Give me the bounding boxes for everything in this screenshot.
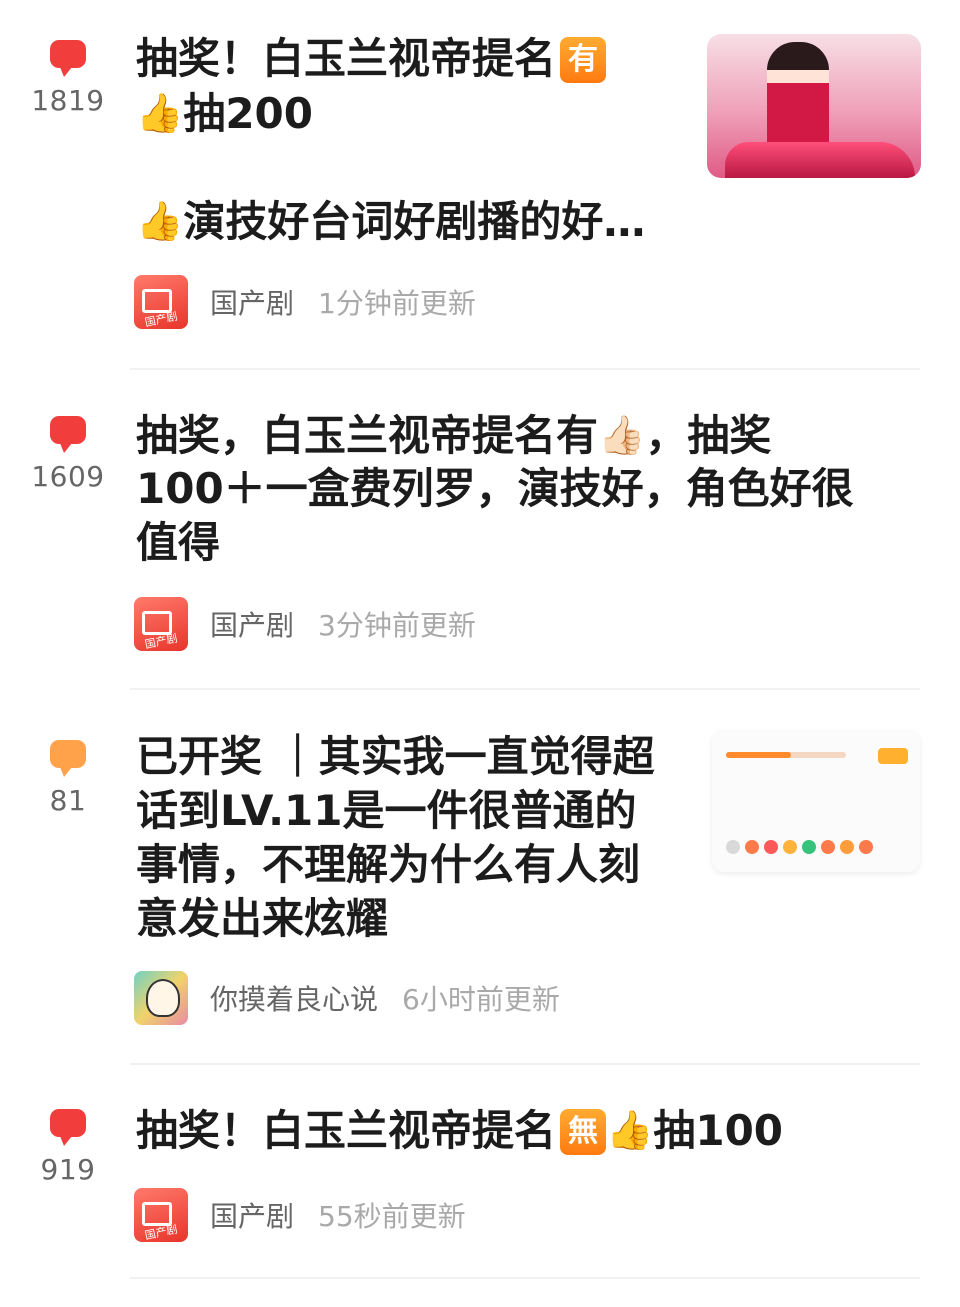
heat-badge: 919 — [28, 1109, 108, 1186]
thumbs-up-icon: 👍 — [136, 91, 184, 135]
title-text: 事情，不理解为什么有人刻 — [136, 840, 641, 889]
thumbs-up-icon: 👍🏻 — [598, 413, 646, 457]
source-avatar[interactable]: 国产剧 — [134, 275, 188, 329]
update-time: 1分钟前更新 — [318, 287, 476, 320]
source-avatar[interactable]: 国产剧 — [134, 1188, 188, 1242]
heat-badge: 1609 — [28, 416, 108, 493]
title-text: 抽200 — [183, 89, 313, 138]
post-title[interactable]: 已开奖 ｜其实我一直觉得超 话到LV.11是一件很普通的 事情，不理解为什么有人… — [136, 730, 655, 946]
title-text: 意发出来炫耀 — [136, 894, 389, 943]
topic-feed: 1819 抽奖！白玉兰视帝提名有 👍抽200 👍演技好台词好剧播的好… 国产剧 … — [0, 0, 960, 1307]
source-name[interactable]: 你摸着良心说 — [210, 978, 378, 1018]
source-avatar[interactable] — [134, 971, 188, 1025]
speech-bubble-icon — [50, 740, 86, 777]
title-text: 已开奖 ｜其实我一直觉得超 — [136, 732, 655, 781]
source-name[interactable]: 国产剧 — [210, 604, 294, 644]
post-title[interactable]: 抽奖！白玉兰视帝提名無 👍抽100 — [136, 1103, 783, 1157]
title-text: 抽100 — [653, 1106, 784, 1155]
speech-bubble-icon — [50, 40, 86, 77]
title-line: 100＋一盒费列罗，演技好，角色好很 — [136, 462, 854, 516]
post-meta: 国产剧 国产剧 1分钟前更新 — [134, 274, 476, 330]
source-name[interactable]: 国产剧 — [210, 282, 294, 322]
feed-item[interactable]: 1609 抽奖，白玉兰视帝提名有👍🏻，抽奖 100＋一盒费列罗，演技好，角色好很… — [0, 370, 960, 690]
speech-bubble-icon — [50, 1109, 86, 1146]
title-text: 100＋一盒费列罗，演技好，角色好很 — [136, 464, 854, 513]
source-name[interactable]: 国产剧 — [210, 1195, 294, 1235]
title-text: 抽奖，白玉兰视帝提名有 — [136, 411, 599, 460]
badge-dot — [726, 840, 740, 854]
heat-badge: 1819 — [28, 40, 108, 117]
title-text: 话到LV.11是一件很普通的 — [136, 786, 637, 835]
badge-dot — [840, 840, 854, 854]
title-spacer — [136, 140, 645, 194]
car-shape — [725, 142, 915, 178]
title-line: 👍演技好台词好剧播的好… — [136, 194, 645, 248]
thumbs-up-icon: 👍 — [606, 1108, 654, 1152]
badge-dot — [764, 840, 778, 854]
feed-item[interactable]: 1819 抽奖！白玉兰视帝提名有 👍抽200 👍演技好台词好剧播的好… 国产剧 … — [0, 0, 960, 370]
title-text: 抽奖！白玉兰视帝提名 — [136, 34, 557, 83]
title-line: 意发出来炫耀 — [136, 892, 655, 946]
title-text: 值得 — [136, 518, 221, 567]
badge-row — [726, 840, 873, 854]
poster-image[interactable] — [707, 34, 921, 178]
title-text: 演技好台词好剧播的好… — [183, 197, 646, 246]
source-avatar[interactable]: 国产剧 — [134, 597, 188, 651]
post-title[interactable]: 抽奖，白玉兰视帝提名有👍🏻，抽奖 100＋一盒费列罗，演技好，角色好很 值得 — [136, 408, 854, 570]
update-time: 6小时前更新 — [402, 983, 560, 1016]
heat-badge: 81 — [28, 740, 108, 817]
update-time: 3分钟前更新 — [318, 609, 476, 642]
heat-count: 81 — [49, 784, 87, 817]
tag-badge: 有 — [560, 37, 607, 83]
title-line: 事情，不理解为什么有人刻 — [136, 838, 655, 892]
cartoon-face-icon — [146, 979, 180, 1017]
speech-bubble-icon — [50, 416, 86, 453]
progress-bar — [726, 752, 846, 758]
badge-dot — [783, 840, 797, 854]
level-chip — [878, 748, 908, 764]
badge-dot — [802, 840, 816, 854]
divider — [130, 1277, 920, 1279]
feed-item[interactable]: 919 抽奖！白玉兰视帝提名無 👍抽100 国产剧 国产剧 55秒前更新 — [0, 1065, 960, 1280]
title-line: 抽奖！白玉兰视帝提名有 — [136, 32, 645, 86]
title-line: 值得 — [136, 516, 854, 570]
title-text: ，抽奖 — [645, 411, 772, 460]
thumbs-up-icon: 👍 — [136, 199, 184, 243]
title-line: 抽奖，白玉兰视帝提名有👍🏻，抽奖 — [136, 408, 854, 462]
badge-dot — [745, 840, 759, 854]
update-time: 55秒前更新 — [318, 1200, 466, 1233]
title-line: 抽奖！白玉兰视帝提名無 👍抽100 — [136, 1103, 783, 1157]
heat-count: 1819 — [31, 84, 105, 117]
title-line: 👍抽200 — [136, 86, 645, 140]
title-line: 话到LV.11是一件很普通的 — [136, 784, 655, 838]
post-meta: 你摸着良心说 6小时前更新 — [134, 970, 560, 1026]
title-line: 已开奖 ｜其实我一直觉得超 — [136, 730, 655, 784]
level-card-image[interactable] — [712, 730, 920, 872]
badge-dot — [821, 840, 835, 854]
badge-dot — [859, 840, 873, 854]
post-meta: 国产剧 国产剧 55秒前更新 — [134, 1187, 466, 1243]
post-title[interactable]: 抽奖！白玉兰视帝提名有 👍抽200 👍演技好台词好剧播的好… — [136, 32, 645, 248]
heat-count: 1609 — [31, 460, 105, 493]
title-text: 抽奖！白玉兰视帝提名 — [136, 1106, 557, 1155]
tag-badge: 無 — [560, 1109, 607, 1155]
post-meta: 国产剧 国产剧 3分钟前更新 — [134, 596, 476, 652]
heat-count: 919 — [40, 1153, 96, 1186]
